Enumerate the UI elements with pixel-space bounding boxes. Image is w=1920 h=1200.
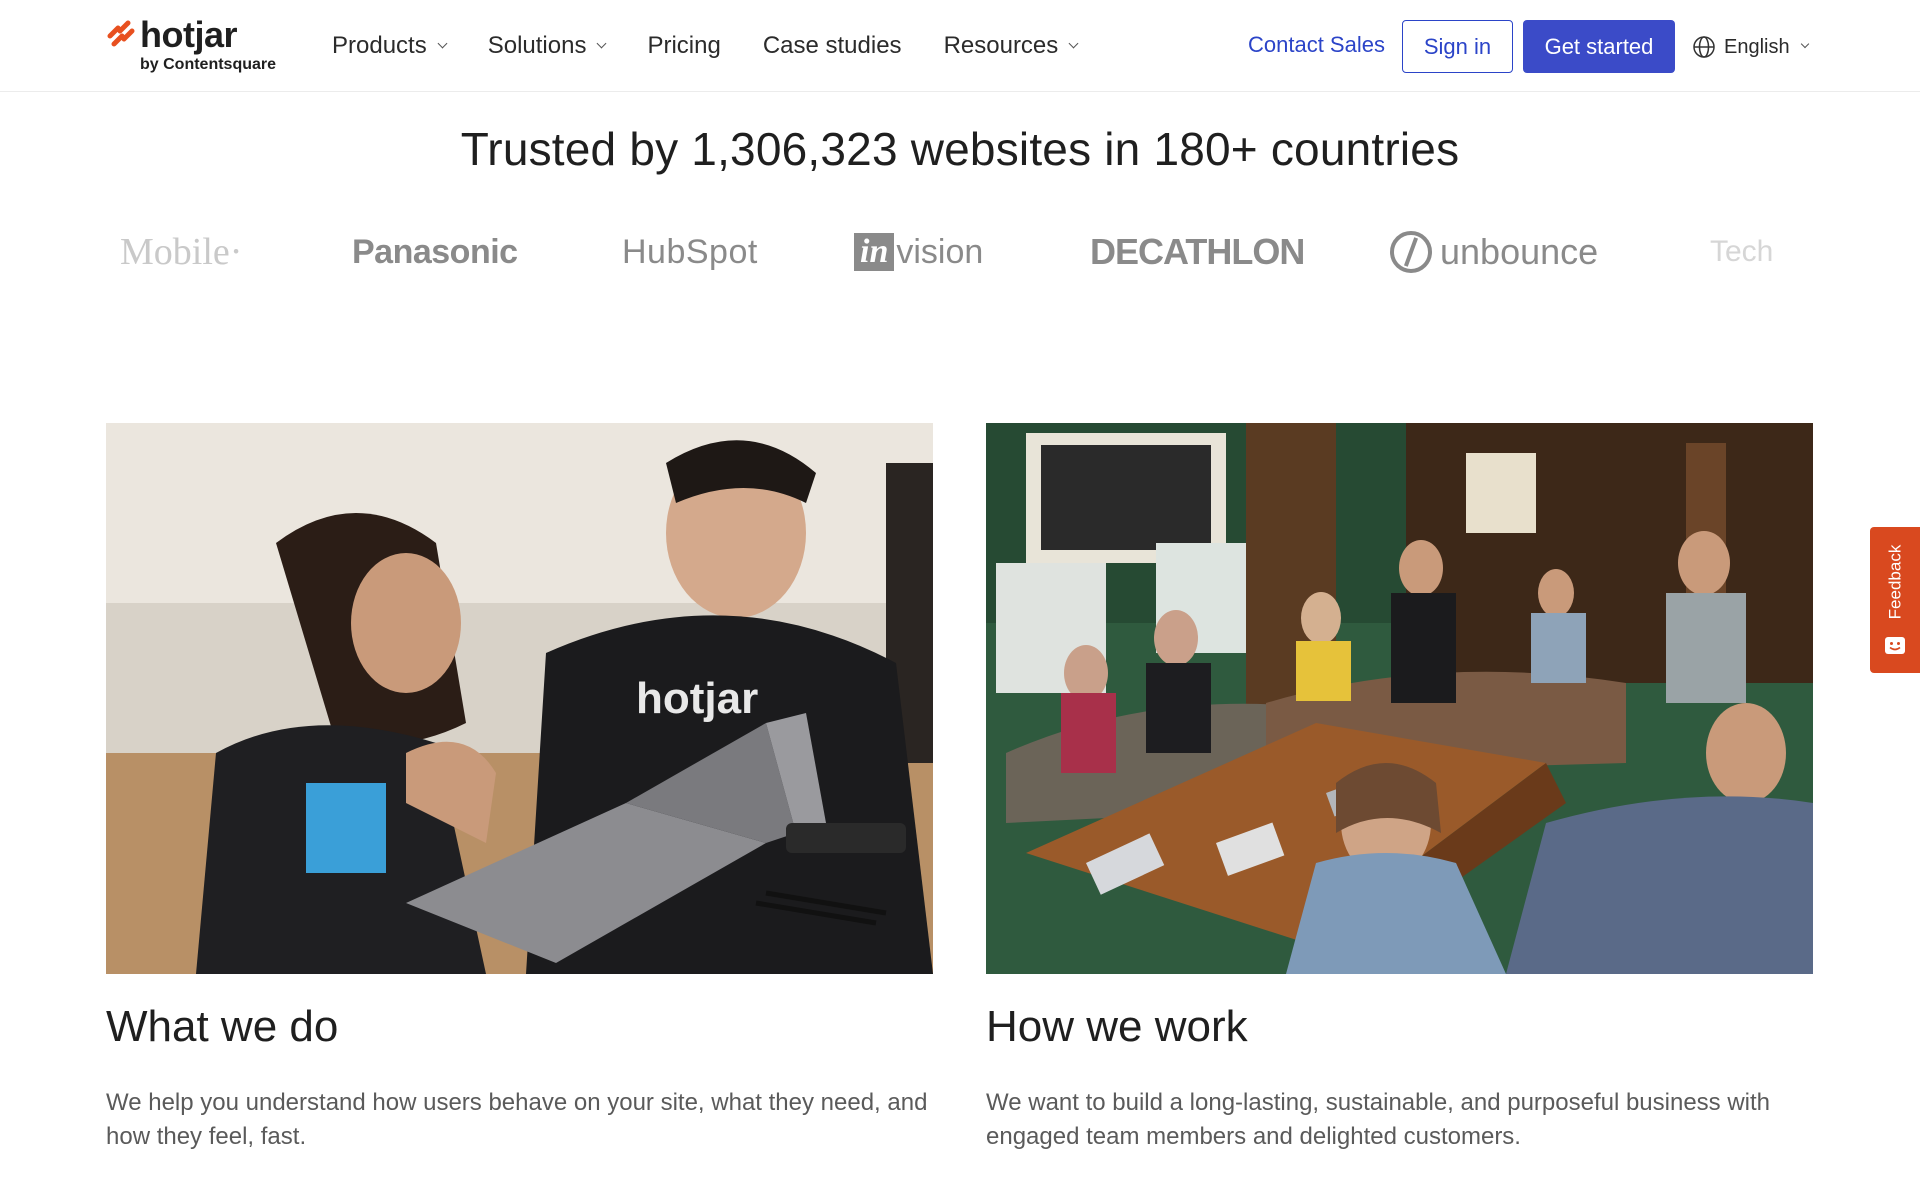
unbounce-logo-text: unbounce (1440, 231, 1599, 272)
trusted-heading: Trusted by 1,306,323 websites in 180+ co… (460, 123, 1460, 175)
how-we-work-photo (986, 423, 1813, 974)
techcrunch-logo: Tech (1710, 235, 1774, 268)
chevron-down-icon (1068, 38, 1079, 48)
logo-subtitle: by Contentsquare (140, 56, 277, 73)
nav-pricing-label: Pricing (647, 32, 721, 59)
unbounce-mark-icon (1390, 231, 1432, 273)
chevron-down-icon (437, 38, 448, 48)
get-started-button[interactable]: Get started (1523, 20, 1675, 73)
what-we-do-title: What we do (106, 1002, 339, 1051)
how-we-work-title: How we work (986, 1002, 1248, 1051)
unbounce-logo: unbounce (1390, 222, 1598, 282)
how-we-work-text: We want to build a long-lasting, sustain… (986, 1089, 1771, 1150)
site-header: hotjar by Contentsquare Products Solutio… (0, 0, 1920, 92)
feedback-tab[interactable]: Feedback (1870, 527, 1920, 673)
svg-text:hotjar: hotjar (636, 674, 758, 723)
nav-products-label: Products (332, 32, 427, 59)
invision-logo-text: vision (896, 232, 984, 271)
contact-sales-link[interactable]: Contact Sales (1248, 32, 1385, 58)
invision-logo: in vision (854, 222, 983, 282)
nav-solutions[interactable]: Solutions (487, 32, 607, 60)
what-we-do-text: We help you understand how users behave … (106, 1089, 928, 1150)
hubspot-logo: HubSpot (622, 232, 758, 271)
language-selector[interactable]: English (1692, 32, 1809, 62)
chevron-down-icon (1800, 39, 1809, 49)
sign-in-button[interactable]: Sign in (1402, 20, 1513, 73)
chevron-down-icon (597, 38, 607, 48)
what-we-do-photo: hotjar (106, 423, 933, 974)
language-label: English (1724, 35, 1790, 58)
decathlon-logo: DECATHLON (1090, 231, 1305, 272)
panasonic-logo: Panasonic (352, 232, 518, 271)
nav-products[interactable]: Products (332, 32, 448, 60)
main-nav: Products Solutions Pricing Case studies … (332, 28, 1119, 64)
tmobile-logo: Mobile· (120, 231, 243, 273)
nav-case-studies-label: Case studies (762, 32, 902, 59)
feedback-face-icon (1885, 637, 1905, 654)
nav-resources[interactable]: Resources (943, 32, 1079, 60)
feedback-label-text: Feedback (1885, 544, 1905, 620)
customer-logos: Mobile· Panasonic HubSpot in vision DECAT… (110, 222, 1810, 282)
nav-solutions-label: Solutions (487, 32, 587, 59)
feedback-label: Feedback (1877, 537, 1913, 627)
hotjar-flame-icon (107, 20, 135, 47)
nav-pricing[interactable]: Pricing (647, 32, 720, 60)
globe-icon (1693, 36, 1715, 58)
nav-resources-label: Resources (943, 32, 1059, 59)
invision-logo-mark: in (854, 233, 895, 271)
nav-case-studies[interactable]: Case studies (763, 32, 902, 60)
logo-wordmark: hotjar (140, 14, 238, 55)
hotjar-logo[interactable]: hotjar by Contentsquare (106, 14, 286, 80)
